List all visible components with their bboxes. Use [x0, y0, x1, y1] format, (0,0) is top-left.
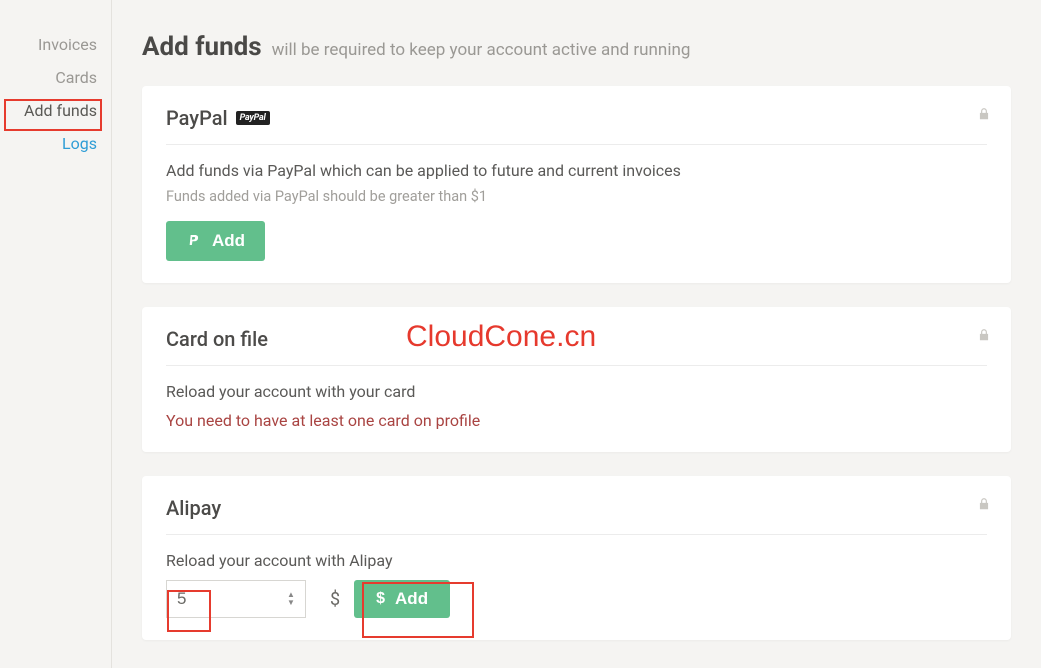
paypal-p-icon: [186, 233, 202, 249]
alipay-title: Alipay: [166, 496, 221, 520]
alipay-card: Alipay Reload your account with Alipay ▲…: [142, 476, 1011, 640]
dollar-icon: $: [376, 590, 385, 608]
alipay-desc: Reload your account with Alipay: [166, 551, 987, 570]
cardonfile-desc: Reload your account with your card: [166, 382, 987, 401]
main: Add funds will be required to keep your …: [112, 0, 1041, 668]
alipay-add-label: Add: [395, 589, 428, 609]
sidebar: Invoices Cards Add funds Logs: [0, 0, 112, 668]
paypal-add-label: Add: [212, 231, 245, 251]
paypal-add-button[interactable]: Add: [166, 221, 265, 261]
paypal-desc: Add funds via PayPal which can be applie…: [166, 161, 987, 180]
cardonfile-title: Card on file: [166, 327, 268, 351]
cardonfile-warning: You need to have at least one card on pr…: [166, 411, 987, 430]
lock-icon: [977, 327, 991, 343]
sidebar-item-logs[interactable]: Logs: [0, 127, 111, 160]
amount-stepper[interactable]: ▲ ▼: [282, 591, 300, 607]
sidebar-item-add-funds[interactable]: Add funds: [0, 94, 111, 127]
paypal-subdesc: Funds added via PayPal should be greater…: [166, 188, 987, 205]
paypal-title: PayPal: [166, 106, 228, 130]
currency-label: $: [330, 589, 340, 610]
lock-icon: [977, 496, 991, 512]
page-title: Add funds: [142, 32, 262, 62]
cardonfile-card: Card on file Reload your account with yo…: [142, 307, 1011, 452]
paypal-card: PayPal PayPal Add funds via PayPal which…: [142, 86, 1011, 283]
alipay-add-button[interactable]: $ Add: [354, 580, 450, 618]
sidebar-item-cards[interactable]: Cards: [0, 61, 111, 94]
sidebar-item-invoices[interactable]: Invoices: [0, 28, 111, 61]
paypal-badge-icon: PayPal: [236, 111, 270, 125]
page-subtitle: will be required to keep your account ac…: [272, 40, 691, 60]
lock-icon: [977, 106, 991, 122]
chevron-down-icon[interactable]: ▼: [287, 599, 295, 607]
